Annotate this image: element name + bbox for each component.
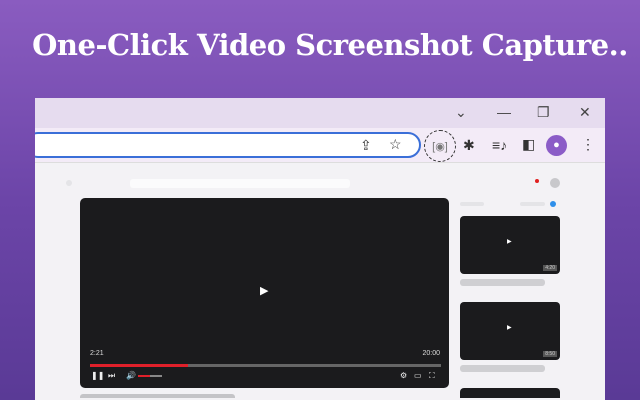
headline: One-Click Video Screenshot Capture.. (32, 28, 628, 62)
play-icon: ▶ (507, 325, 512, 331)
play-icon: ▶ (507, 239, 512, 245)
duration-badge: 8:50 (543, 351, 557, 357)
fullscreen-icon[interactable]: ⛶ (429, 371, 435, 381)
settings-icon[interactable]: ⚙ (400, 371, 407, 380)
restore-button[interactable]: ❐ (537, 104, 550, 121)
volume-icon[interactable]: 🔊 (126, 371, 136, 380)
user-placeholder (550, 178, 560, 188)
screenshot-capture-extension-button[interactable]: [◉] (424, 130, 456, 162)
menu-kebab-icon[interactable]: ⋮ (581, 136, 595, 153)
volume-slider[interactable] (138, 375, 162, 377)
autoplay-toggle[interactable] (550, 201, 556, 207)
side-panel-icon[interactable]: ◧ (522, 136, 535, 153)
next-icon[interactable]: ⏭ (108, 371, 115, 381)
recommended-title-placeholder (460, 365, 545, 372)
recommended-video-thumbnail[interactable] (460, 388, 560, 398)
minimize-button[interactable]: — (497, 104, 511, 120)
media-queue-icon[interactable]: ≡♪ (492, 137, 507, 153)
pause-icon[interactable]: ❚❚ (91, 371, 104, 380)
theater-mode-icon[interactable]: ▭ (414, 371, 422, 380)
menu-placeholder (66, 180, 72, 186)
bookmark-star-icon[interactable]: ☆ (389, 136, 402, 153)
filter-placeholder (460, 202, 484, 206)
video-title-placeholder (80, 394, 235, 398)
address-bar[interactable]: ⇪ ☆ (35, 132, 421, 158)
progress-fill (90, 364, 189, 367)
share-icon[interactable]: ⇪ (360, 137, 372, 154)
extensions-puzzle-icon[interactable]: ✱ (463, 137, 475, 154)
autoplay-placeholder (520, 202, 545, 206)
video-player[interactable]: ▶ 2:21 20:00 ❚❚ ⏭ 🔊 ⚙ ▭ ⛶ (80, 198, 449, 388)
duration: 20:00 (422, 350, 440, 357)
toolbar: ⇪ ☆ [◉] ✱ ≡♪ ◧ ● ⋮ (35, 128, 605, 163)
duration-badge: 4:20 (543, 265, 557, 271)
profile-avatar[interactable]: ● (546, 135, 567, 156)
play-icon[interactable]: ▶ (260, 284, 268, 297)
tab-search-chevron-icon[interactable]: ⌄ (455, 104, 467, 121)
recommended-video-thumbnail[interactable]: ▶ 8:50 (460, 302, 560, 360)
progress-bar[interactable] (90, 364, 441, 367)
browser-window: ⌄ — ❐ ✕ ⇪ ☆ [◉] ✱ ≡♪ ◧ ● ⋮ ▶ 2:21 20:00 … (35, 98, 605, 400)
title-bar: ⌄ — ❐ ✕ (35, 98, 605, 128)
current-time: 2:21 (90, 350, 104, 357)
close-button[interactable]: ✕ (579, 104, 591, 121)
notification-dot (535, 179, 539, 183)
recommended-video-thumbnail[interactable]: ▶ 4:20 (460, 216, 560, 274)
recommended-title-placeholder (460, 279, 545, 286)
capture-icon: [◉] (432, 140, 448, 153)
search-bar-placeholder (130, 179, 350, 188)
